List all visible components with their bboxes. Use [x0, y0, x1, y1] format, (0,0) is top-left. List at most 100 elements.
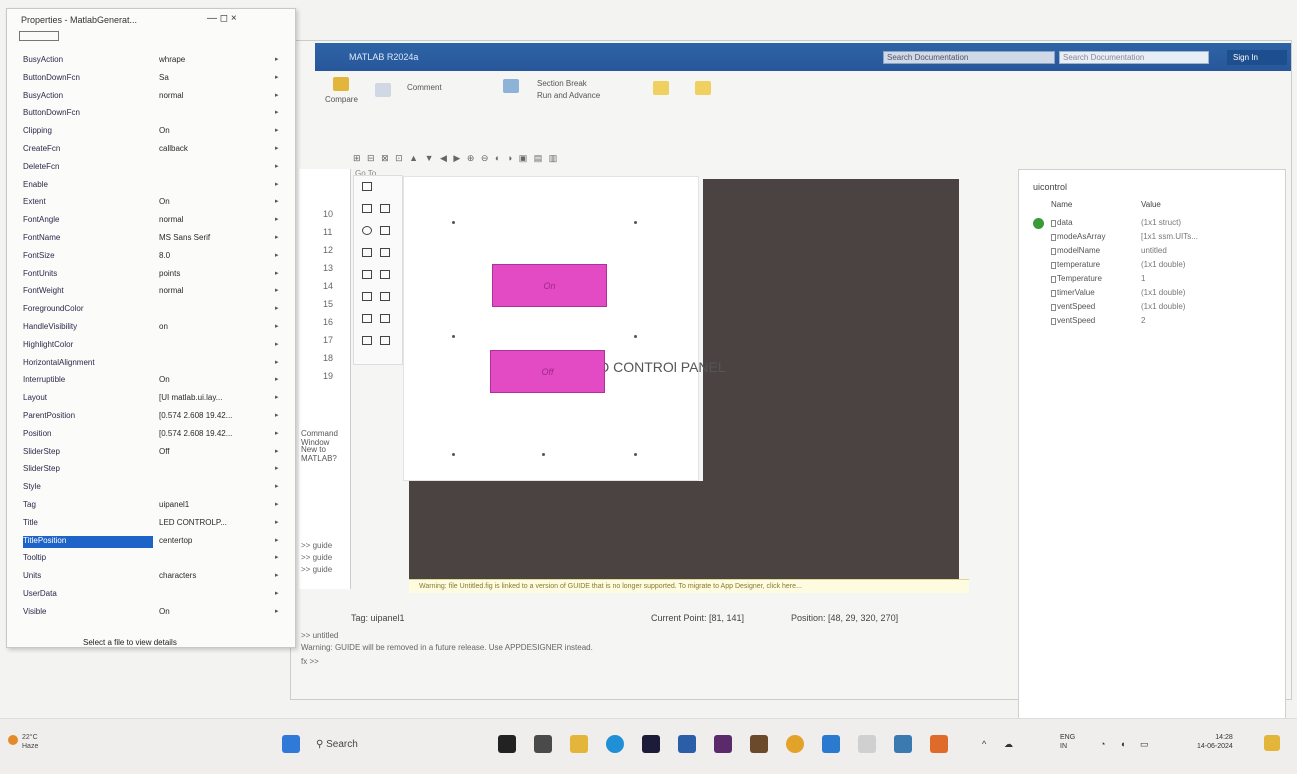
panel-tool-icon[interactable] — [380, 314, 390, 323]
expand-arrow-icon[interactable]: ▸ — [275, 393, 279, 401]
property-name[interactable]: SliderStep — [23, 464, 153, 476]
activex-tool-icon[interactable] — [380, 336, 390, 345]
expand-arrow-icon[interactable]: ▸ — [275, 429, 279, 437]
property-name[interactable]: Title — [23, 518, 153, 530]
property-name[interactable]: FontAngle — [23, 215, 153, 227]
property-name[interactable]: BusyAction — [23, 91, 153, 103]
property-value[interactable]: LED CONTROLP... — [159, 518, 267, 530]
resize-handle[interactable] — [634, 335, 637, 338]
resize-handle[interactable] — [452, 221, 455, 224]
property-name[interactable]: FontWeight — [23, 286, 153, 298]
expand-arrow-icon[interactable]: ▸ — [275, 340, 279, 348]
sort-icons[interactable] — [19, 31, 59, 41]
property-name[interactable]: BusyAction — [23, 55, 153, 67]
workspace-row[interactable]: Temperature 1 — [1051, 274, 1281, 286]
property-name[interactable]: HorizontalAlignment — [23, 358, 153, 370]
expand-arrow-icon[interactable]: ▸ — [275, 411, 279, 419]
workspace-row[interactable]: modelName untitled — [1051, 246, 1281, 258]
property-name[interactable]: Tooltip — [23, 553, 153, 565]
expand-arrow-icon[interactable]: ▸ — [275, 215, 279, 223]
property-value[interactable]: On — [159, 197, 267, 209]
file-explorer-icon[interactable] — [570, 735, 588, 753]
property-name[interactable]: ButtonDownFcn — [23, 108, 153, 120]
weather-widget[interactable]: 22°C Haze — [22, 733, 38, 751]
property-value[interactable]: normal — [159, 215, 267, 227]
property-name[interactable]: Units — [23, 571, 153, 583]
property-value[interactable]: centertop — [159, 536, 267, 548]
sign-in-button[interactable]: Sign In — [1227, 50, 1287, 65]
wifi-icon[interactable]: ◔ — [1100, 739, 1105, 749]
property-name[interactable]: FontUnits — [23, 269, 153, 281]
workspace-row[interactable]: data (1x1 struct) — [1051, 218, 1281, 230]
expand-arrow-icon[interactable]: ▸ — [275, 571, 279, 579]
language-indicator[interactable]: ENG IN — [1060, 733, 1075, 751]
task-view-icon[interactable] — [498, 735, 516, 753]
indent-icon[interactable] — [503, 79, 519, 93]
expand-arrow-icon[interactable]: ▸ — [275, 269, 279, 277]
resize-handle[interactable] — [542, 453, 545, 456]
property-value[interactable] — [159, 464, 267, 476]
onedrive-icon[interactable]: ☁ — [1004, 739, 1013, 750]
workspace-row[interactable]: ventSpeed (1x1 double) — [1051, 302, 1281, 314]
workspace-row[interactable]: ventSpeed 2 — [1051, 316, 1281, 328]
property-value[interactable]: normal — [159, 91, 267, 103]
resize-handle[interactable] — [634, 221, 637, 224]
resize-handle[interactable] — [452, 453, 455, 456]
value-column-header[interactable]: Value — [1141, 200, 1161, 209]
property-value[interactable] — [159, 358, 267, 370]
property-value[interactable]: On — [159, 126, 267, 138]
property-value[interactable]: whrape — [159, 55, 267, 67]
checkbox-tool-icon[interactable] — [380, 226, 390, 235]
property-name[interactable]: ParentPosition — [23, 411, 153, 423]
property-value[interactable] — [159, 108, 267, 120]
toggle-button-tool-icon[interactable] — [362, 292, 372, 301]
matlab-icon[interactable] — [930, 735, 948, 753]
volume-icon[interactable]: ◖ — [1120, 739, 1125, 749]
property-name[interactable]: HandleVisibility — [23, 322, 153, 334]
resize-handle[interactable] — [634, 453, 637, 456]
resize-handle[interactable] — [452, 335, 455, 338]
comment-button[interactable]: Comment — [407, 83, 442, 92]
new-to-matlab-link[interactable]: New to MATLAB? — [301, 445, 350, 463]
property-name[interactable]: Layout — [23, 393, 153, 405]
expand-arrow-icon[interactable]: ▸ — [275, 464, 279, 472]
window-controls[interactable]: — ◻ × — [207, 13, 237, 24]
chrome-icon[interactable] — [786, 735, 804, 753]
expand-arrow-icon[interactable]: ▸ — [275, 251, 279, 259]
property-value[interactable]: On — [159, 375, 267, 387]
property-name[interactable]: Extent — [23, 197, 153, 209]
property-name[interactable]: FontName — [23, 233, 153, 245]
property-name[interactable]: Tag — [23, 500, 153, 512]
expand-arrow-icon[interactable]: ▸ — [275, 375, 279, 383]
property-name[interactable]: UserData — [23, 589, 153, 601]
property-name[interactable]: TitlePosition — [23, 536, 153, 548]
property-value[interactable]: uipanel1 — [159, 500, 267, 512]
expand-arrow-icon[interactable]: ▸ — [275, 180, 279, 188]
expand-arrow-icon[interactable]: ▸ — [275, 500, 279, 508]
outlook-icon[interactable] — [678, 735, 696, 753]
axes-tool-icon[interactable] — [362, 314, 372, 323]
run-advance-button[interactable]: Run and Advance — [537, 91, 600, 100]
property-name[interactable]: Interruptible — [23, 375, 153, 387]
radio-button-tool-icon[interactable] — [362, 226, 372, 235]
section-break-button[interactable]: Section Break — [537, 79, 587, 88]
compare-button[interactable]: Compare — [325, 95, 358, 104]
workspace-row[interactable]: timerValue (1x1 double) — [1051, 288, 1281, 300]
app-icon[interactable] — [858, 735, 876, 753]
name-column-header[interactable]: Name — [1051, 200, 1072, 209]
property-name[interactable]: Style — [23, 482, 153, 494]
listbox-tool-icon[interactable] — [380, 270, 390, 279]
start-icon[interactable] — [282, 735, 300, 753]
property-value[interactable] — [159, 553, 267, 565]
property-value[interactable] — [159, 180, 267, 192]
on-button[interactable]: On — [492, 264, 607, 307]
property-name[interactable]: ButtonDownFcn — [23, 73, 153, 85]
guide-toolbar[interactable]: ⊞ ⊟ ⊠ ⊡ ▲ ▼ ◀ ▶ ⊕ ⊖ ◐ ◑ ▣ ▤ ▥ — [353, 153, 733, 169]
property-value[interactable] — [159, 482, 267, 494]
property-name[interactable]: Position — [23, 429, 153, 441]
property-value[interactable]: on — [159, 322, 267, 334]
property-value[interactable]: 8.0 — [159, 251, 267, 263]
property-value[interactable] — [159, 340, 267, 352]
expand-arrow-icon[interactable]: ▸ — [275, 126, 279, 134]
expand-arrow-icon[interactable]: ▸ — [275, 197, 279, 205]
